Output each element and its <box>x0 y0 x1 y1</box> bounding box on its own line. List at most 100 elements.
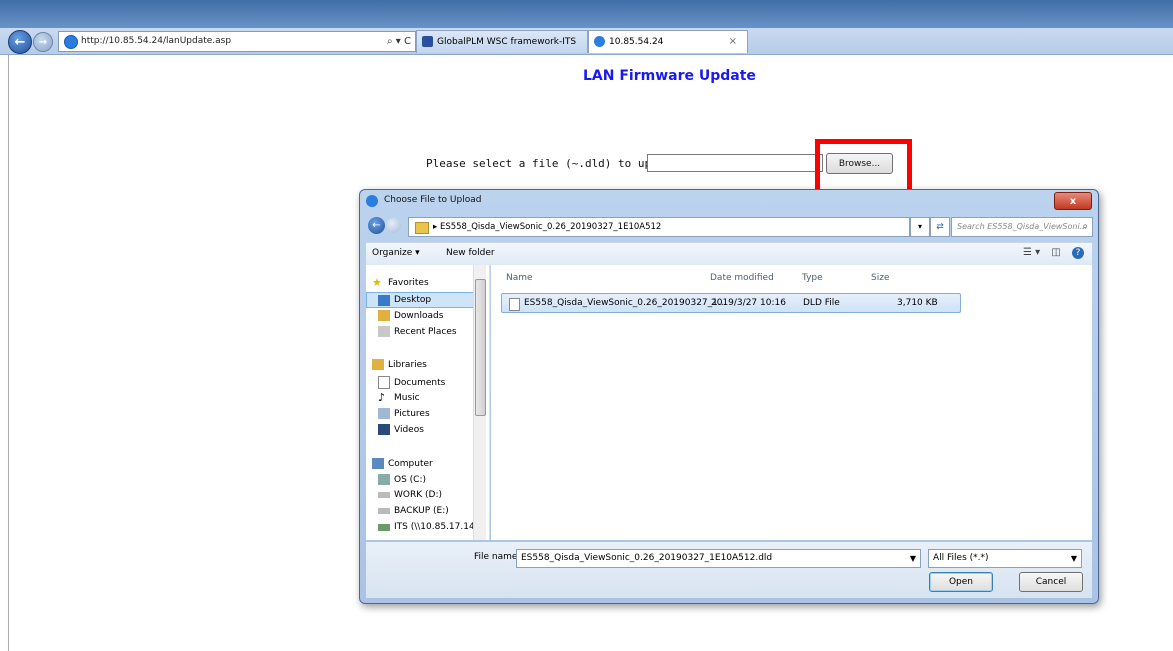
nav-pictures[interactable]: Pictures <box>378 408 430 419</box>
file-type-filter-value: All Files (*.*) <box>933 553 989 563</box>
libraries-icon <box>372 359 384 370</box>
column-type[interactable]: Type <box>802 273 823 283</box>
site-icon <box>422 36 433 47</box>
drive-icon <box>378 474 390 485</box>
tab-label: 10.85.54.24 <box>609 37 664 47</box>
downloads-icon <box>378 310 390 321</box>
page-title: LAN Firmware Update <box>583 68 756 84</box>
navigation-pane: ★ Favorites Desktop Downloads Recent Plac… <box>366 265 490 540</box>
file-list-pane: Name Date modified Type Size ES558_Qisda… <box>491 265 1092 540</box>
dialog-back-button[interactable]: ← <box>368 217 385 234</box>
nav-label: Libraries <box>388 359 427 370</box>
path-bar[interactable]: ▸ ES558_Qisda_ViewSonic_0.26_20190327_1E… <box>408 217 910 237</box>
nav-label: Desktop <box>394 295 432 305</box>
tab-globalplm[interactable]: GlobalPLM WSC framework-ITS <box>416 30 588 53</box>
documents-icon <box>378 376 390 389</box>
path-text: ▸ ES558_Qisda_ViewSonic_0.26_20190327_1E… <box>433 222 662 232</box>
nav-label: BACKUP (E:) <box>394 506 449 516</box>
nav-desktop[interactable]: Desktop <box>366 292 478 308</box>
nav-scrollbar[interactable] <box>473 265 486 540</box>
file-type-filter[interactable]: All Files (*.*) ▼ <box>928 549 1082 568</box>
nav-drive-d[interactable]: WORK (D:) <box>378 490 442 500</box>
nav-scrollbar-thumb[interactable] <box>475 279 486 416</box>
dialog-close-button[interactable]: x <box>1054 192 1092 210</box>
chevron-down-icon[interactable]: ▼ <box>1071 550 1077 567</box>
pictures-icon <box>378 408 390 419</box>
star-icon: ★ <box>372 276 382 289</box>
drive-icon <box>378 492 390 498</box>
choose-file-dialog: Choose File to Upload x ← ▸ ES558_Qisda_… <box>359 189 1099 604</box>
ie-icon <box>366 195 378 207</box>
nav-drive-e[interactable]: BACKUP (E:) <box>378 506 449 516</box>
file-name-value: ES558_Qisda_ViewSonic_0.26_20190327_1E10… <box>521 553 773 563</box>
dialog-nav-row: ← ▸ ES558_Qisda_ViewSonic_0.26_20190327_… <box>366 216 1093 238</box>
dialog-forward-button[interactable] <box>386 218 401 233</box>
file-type: DLD File <box>803 298 840 308</box>
computer-icon <box>372 458 384 469</box>
dialog-bottom-bar: File name: ES558_Qisda_ViewSonic_0.26_20… <box>366 542 1092 598</box>
nav-computer[interactable]: Computer <box>372 458 433 469</box>
file-icon <box>509 298 520 311</box>
file-row[interactable]: ES558_Qisda_ViewSonic_0.26_20190327_1...… <box>501 293 961 313</box>
search-input[interactable]: Search ES558_Qisda_ViewSoni... ⌕ <box>951 217 1093 237</box>
help-icon[interactable]: ? <box>1072 247 1084 259</box>
nav-label: Music <box>394 392 420 403</box>
back-button[interactable]: ← <box>8 30 32 54</box>
nav-network-drive[interactable]: ITS (\\10.85.17.14 <box>378 522 475 532</box>
nav-label: Pictures <box>394 408 430 419</box>
folder-icon <box>415 222 429 234</box>
address-tools[interactable]: ⌕ ▾ C <box>387 32 411 51</box>
file-name: ES558_Qisda_ViewSonic_0.26_20190327_1... <box>524 298 727 308</box>
forward-arrow-icon: → <box>38 36 48 48</box>
nav-label: Videos <box>394 424 424 435</box>
page-left-border <box>8 55 9 651</box>
tab-label: GlobalPLM WSC framework-ITS <box>437 37 577 47</box>
search-placeholder: Search ES558_Qisda_ViewSoni... <box>957 222 1088 231</box>
tab-10-85-54-24[interactable]: 10.85.54.24 × <box>588 30 748 53</box>
path-dropdown-icon[interactable]: ▾ <box>910 217 930 237</box>
desktop-icon <box>378 294 390 306</box>
nav-music[interactable]: ♪ Music <box>378 392 420 403</box>
nav-downloads[interactable]: Downloads <box>378 310 443 321</box>
refresh-icon[interactable]: ⇄ <box>930 217 950 237</box>
file-name-label: File name: <box>474 552 521 562</box>
nav-label: Recent Places <box>394 326 457 337</box>
forward-button[interactable]: → <box>33 32 53 52</box>
column-date-modified[interactable]: Date modified <box>710 273 774 283</box>
ie-icon <box>594 36 605 47</box>
nav-label: Favorites <box>388 278 429 288</box>
nav-videos[interactable]: Videos <box>378 424 424 435</box>
view-options[interactable]: ☰ ▾ ◫ ? <box>1023 247 1084 259</box>
nav-label: WORK (D:) <box>394 490 442 500</box>
close-tab-icon[interactable]: × <box>729 31 737 53</box>
nav-label: Computer <box>388 458 433 469</box>
nav-label: OS (C:) <box>394 474 426 485</box>
network-drive-icon <box>378 523 390 531</box>
dialog-title: Choose File to Upload <box>384 195 482 205</box>
column-name[interactable]: Name <box>506 273 533 283</box>
file-path-input[interactable] <box>647 154 823 172</box>
new-folder-button[interactable]: New folder <box>446 248 495 258</box>
videos-icon <box>378 424 390 435</box>
address-bar[interactable]: http://10.85.54.24/lanUpdate.asp ⌕ ▾ C <box>58 31 416 52</box>
preview-pane-icon[interactable]: ◫ <box>1051 247 1060 258</box>
chevron-down-icon[interactable]: ▼ <box>910 550 916 567</box>
nav-label: ITS (\\10.85.17.14 <box>394 522 475 532</box>
column-size[interactable]: Size <box>871 273 889 283</box>
organize-menu[interactable]: Organize ▾ <box>372 248 420 258</box>
nav-favorites[interactable]: ★ Favorites <box>372 277 429 289</box>
address-url: http://10.85.54.24/lanUpdate.asp <box>81 36 232 46</box>
open-button[interactable]: Open <box>929 572 993 592</box>
nav-label: Downloads <box>394 310 444 321</box>
ie-icon <box>64 35 78 49</box>
file-name-input[interactable]: ES558_Qisda_ViewSonic_0.26_20190327_1E10… <box>516 549 921 568</box>
nav-documents[interactable]: Documents <box>378 376 445 389</box>
view-icon[interactable]: ☰ ▾ <box>1023 247 1040 258</box>
cancel-button[interactable]: Cancel <box>1019 572 1083 592</box>
nav-recent-places[interactable]: Recent Places <box>378 326 457 337</box>
search-icon: ⌕ <box>1082 221 1088 232</box>
back-arrow-icon: ← <box>372 220 381 231</box>
nav-drive-c[interactable]: OS (C:) <box>378 474 426 485</box>
file-date: 2019/3/27 10:16 <box>711 298 786 308</box>
nav-libraries[interactable]: Libraries <box>372 359 427 370</box>
